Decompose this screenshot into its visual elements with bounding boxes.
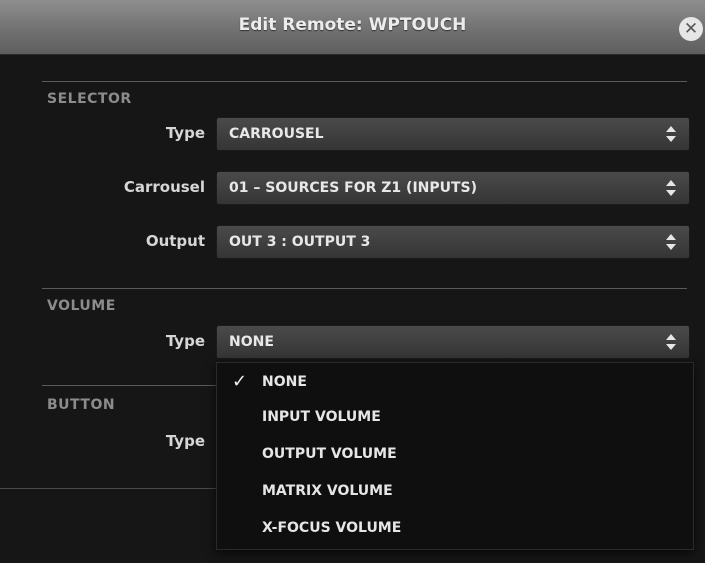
edit-remote-dialog: Edit Remote: WPTOUCH ✕ SELECTOR Type CAR… xyxy=(0,0,705,563)
dropdown-option-none[interactable]: NONE xyxy=(262,374,307,390)
selector-divider xyxy=(42,81,687,82)
selector-type-select[interactable]: CARROUSEL xyxy=(216,117,690,151)
output-select[interactable]: OUT 3 : OUTPUT 3 xyxy=(216,225,690,259)
up-down-arrows-icon xyxy=(666,126,676,142)
checkmark-icon: ✓ xyxy=(232,371,248,392)
dropdown-option-input-volume[interactable]: INPUT VOLUME xyxy=(262,409,381,425)
dropdown-option-x-focus-volume[interactable]: X-FOCUS VOLUME xyxy=(262,520,401,536)
close-icon[interactable]: ✕ xyxy=(679,17,703,41)
carrousel-label: Carrousel xyxy=(123,178,205,196)
selector-type-value: CARROUSEL xyxy=(229,126,324,142)
footer-divider xyxy=(0,488,216,489)
volume-type-label: Type xyxy=(165,332,205,350)
up-down-arrows-icon xyxy=(666,334,676,350)
title-bar[interactable]: Edit Remote: WPTOUCH ✕ xyxy=(0,0,705,55)
button-type-label: Type xyxy=(165,432,205,450)
button-section-label: BUTTON xyxy=(47,397,116,413)
volume-type-select[interactable]: NONE xyxy=(216,325,690,359)
dropdown-option-matrix-volume[interactable]: MATRIX VOLUME xyxy=(262,483,393,499)
volume-divider xyxy=(42,288,687,289)
volume-type-value: NONE xyxy=(229,334,274,350)
volume-section-label: VOLUME xyxy=(47,298,116,314)
dialog-title: Edit Remote: WPTOUCH xyxy=(238,15,467,35)
selector-section-label: SELECTOR xyxy=(47,91,132,107)
dropdown-option-output-volume[interactable]: OUTPUT VOLUME xyxy=(262,446,397,462)
carrousel-select[interactable]: 01 – SOURCES FOR Z1 (INPUTS) xyxy=(216,171,690,205)
carrousel-value: 01 – SOURCES FOR Z1 (INPUTS) xyxy=(229,180,478,196)
output-label: Output xyxy=(145,232,205,250)
up-down-arrows-icon xyxy=(666,180,676,196)
button-divider xyxy=(42,385,218,386)
selector-type-label: Type xyxy=(165,124,205,142)
up-down-arrows-icon xyxy=(666,234,676,250)
volume-type-dropdown-menu: ✓ NONE INPUT VOLUME OUTPUT VOLUME MATRIX… xyxy=(216,362,694,550)
output-value: OUT 3 : OUTPUT 3 xyxy=(229,234,371,250)
